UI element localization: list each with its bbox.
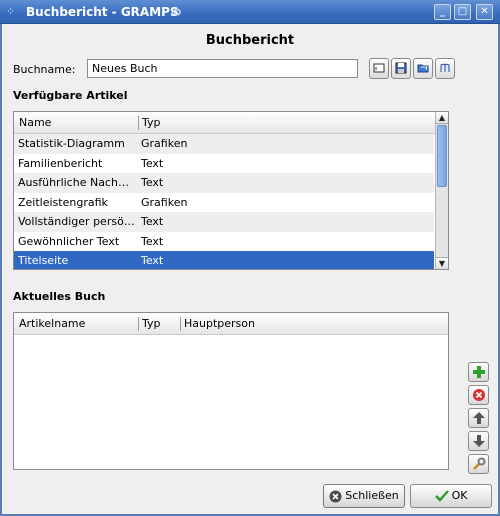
scroll-down-arrow-icon[interactable]: ▼ <box>436 257 448 269</box>
close-button[interactable]: Schließen <box>323 484 405 508</box>
column-main-person[interactable]: Hauptperson <box>184 317 255 330</box>
current-book-label: Aktuelles Buch <box>13 290 106 303</box>
column-article-name[interactable]: Artikelname <box>19 317 85 330</box>
scroll-up-arrow-icon[interactable]: ▲ <box>436 112 448 124</box>
row-name: Vollständiger persö… <box>18 215 135 228</box>
ok-button-label: OK <box>451 489 468 502</box>
column-separator <box>180 317 181 331</box>
row-name: Gewöhnlicher Text <box>18 234 120 248</box>
row-name: Familienbericht <box>18 156 103 170</box>
column-type[interactable]: Typ <box>142 317 161 330</box>
table-row[interactable]: Statistik-Diagramm Grafiken <box>14 134 434 154</box>
bookname-label: Buchname: <box>13 63 76 76</box>
move-up-button[interactable] <box>468 408 489 428</box>
row-type: Text <box>141 156 164 170</box>
ok-button[interactable]: OK <box>410 484 492 508</box>
row-name: Statistik-Diagramm <box>18 137 125 150</box>
clear-book-button[interactable] <box>369 58 389 79</box>
row-type: Text <box>141 254 164 267</box>
row-name: Zeitleistengrafik <box>18 195 108 209</box>
dialog-body: Buchbericht Buchname: Verfügbare Artikel… <box>2 24 498 514</box>
table-row[interactable]: Familienbericht Text <box>14 153 434 173</box>
edit-books-button[interactable] <box>435 58 455 79</box>
row-type: Text <box>141 234 164 248</box>
save-book-icon <box>395 62 407 74</box>
add-item-button[interactable] <box>468 362 489 382</box>
table-row[interactable]: Vollständiger persö… Text <box>14 212 434 232</box>
row-name: Titelseite <box>18 254 69 267</box>
column-name[interactable]: Name <box>19 116 51 129</box>
available-items-header: Name Typ <box>14 112 448 134</box>
window-menu-icon[interactable]: ⁘ <box>6 6 18 18</box>
close-icon <box>329 490 342 502</box>
row-name: Ausführliche Nach… <box>18 176 129 189</box>
row-type: Grafiken <box>141 195 188 209</box>
move-down-icon <box>472 435 485 447</box>
dialog-heading: Buchbericht <box>205 33 295 48</box>
window-title: Buchbericht - GRAMPS <box>26 5 179 19</box>
open-book-icon <box>417 64 429 73</box>
gramps-logo-icon <box>171 8 181 16</box>
configure-item-button[interactable] <box>468 454 489 474</box>
move-down-button[interactable] <box>468 431 489 451</box>
save-book-button[interactable] <box>391 58 411 79</box>
minimize-button[interactable]: _ <box>434 4 451 20</box>
close-window-button[interactable]: ✕ <box>476 4 493 20</box>
table-row[interactable]: Ausführliche Nach… Text <box>14 173 434 193</box>
column-separator <box>138 116 139 130</box>
table-row[interactable]: Zeitleistengrafik Grafiken <box>14 192 434 212</box>
remove-item-button[interactable] <box>468 385 489 405</box>
remove-icon <box>472 389 485 401</box>
configure-icon <box>472 457 485 470</box>
current-book-header: Artikelname Typ Hauptperson <box>14 313 448 335</box>
scrollbar-thumb[interactable] <box>437 125 447 187</box>
checkmark-icon <box>434 490 449 502</box>
move-up-icon <box>472 412 485 424</box>
row-type: Grafiken <box>141 137 188 150</box>
available-items-rows: Statistik-Diagramm Grafiken Familienberich… <box>14 134 434 269</box>
maximize-button[interactable]: □ <box>454 4 471 20</box>
edit-books-icon <box>440 63 450 72</box>
clear-book-icon <box>373 63 385 73</box>
available-items-scrollbar[interactable]: ▲ ▼ <box>435 112 448 269</box>
available-items-label: Verfügbare Artikel <box>13 89 128 102</box>
row-type: Text <box>141 215 164 228</box>
window-titlebar: ⁘ Buchbericht - GRAMPS _ □ ✕ <box>0 0 500 24</box>
close-button-label: Schließen <box>345 489 399 502</box>
column-separator <box>138 317 139 331</box>
table-row[interactable]: Titelseite Text <box>14 251 434 269</box>
bookname-input[interactable] <box>87 59 358 78</box>
open-book-button[interactable] <box>413 58 433 79</box>
table-row[interactable]: Gewöhnlicher Text Text <box>14 231 434 251</box>
current-book-list[interactable]: Artikelname Typ Hauptperson <box>13 312 449 470</box>
row-type: Text <box>141 176 164 189</box>
add-icon <box>472 366 485 378</box>
available-items-list[interactable]: Name Typ Statistik-Diagramm Grafiken Famil… <box>13 111 449 270</box>
column-type[interactable]: Typ <box>142 116 161 129</box>
